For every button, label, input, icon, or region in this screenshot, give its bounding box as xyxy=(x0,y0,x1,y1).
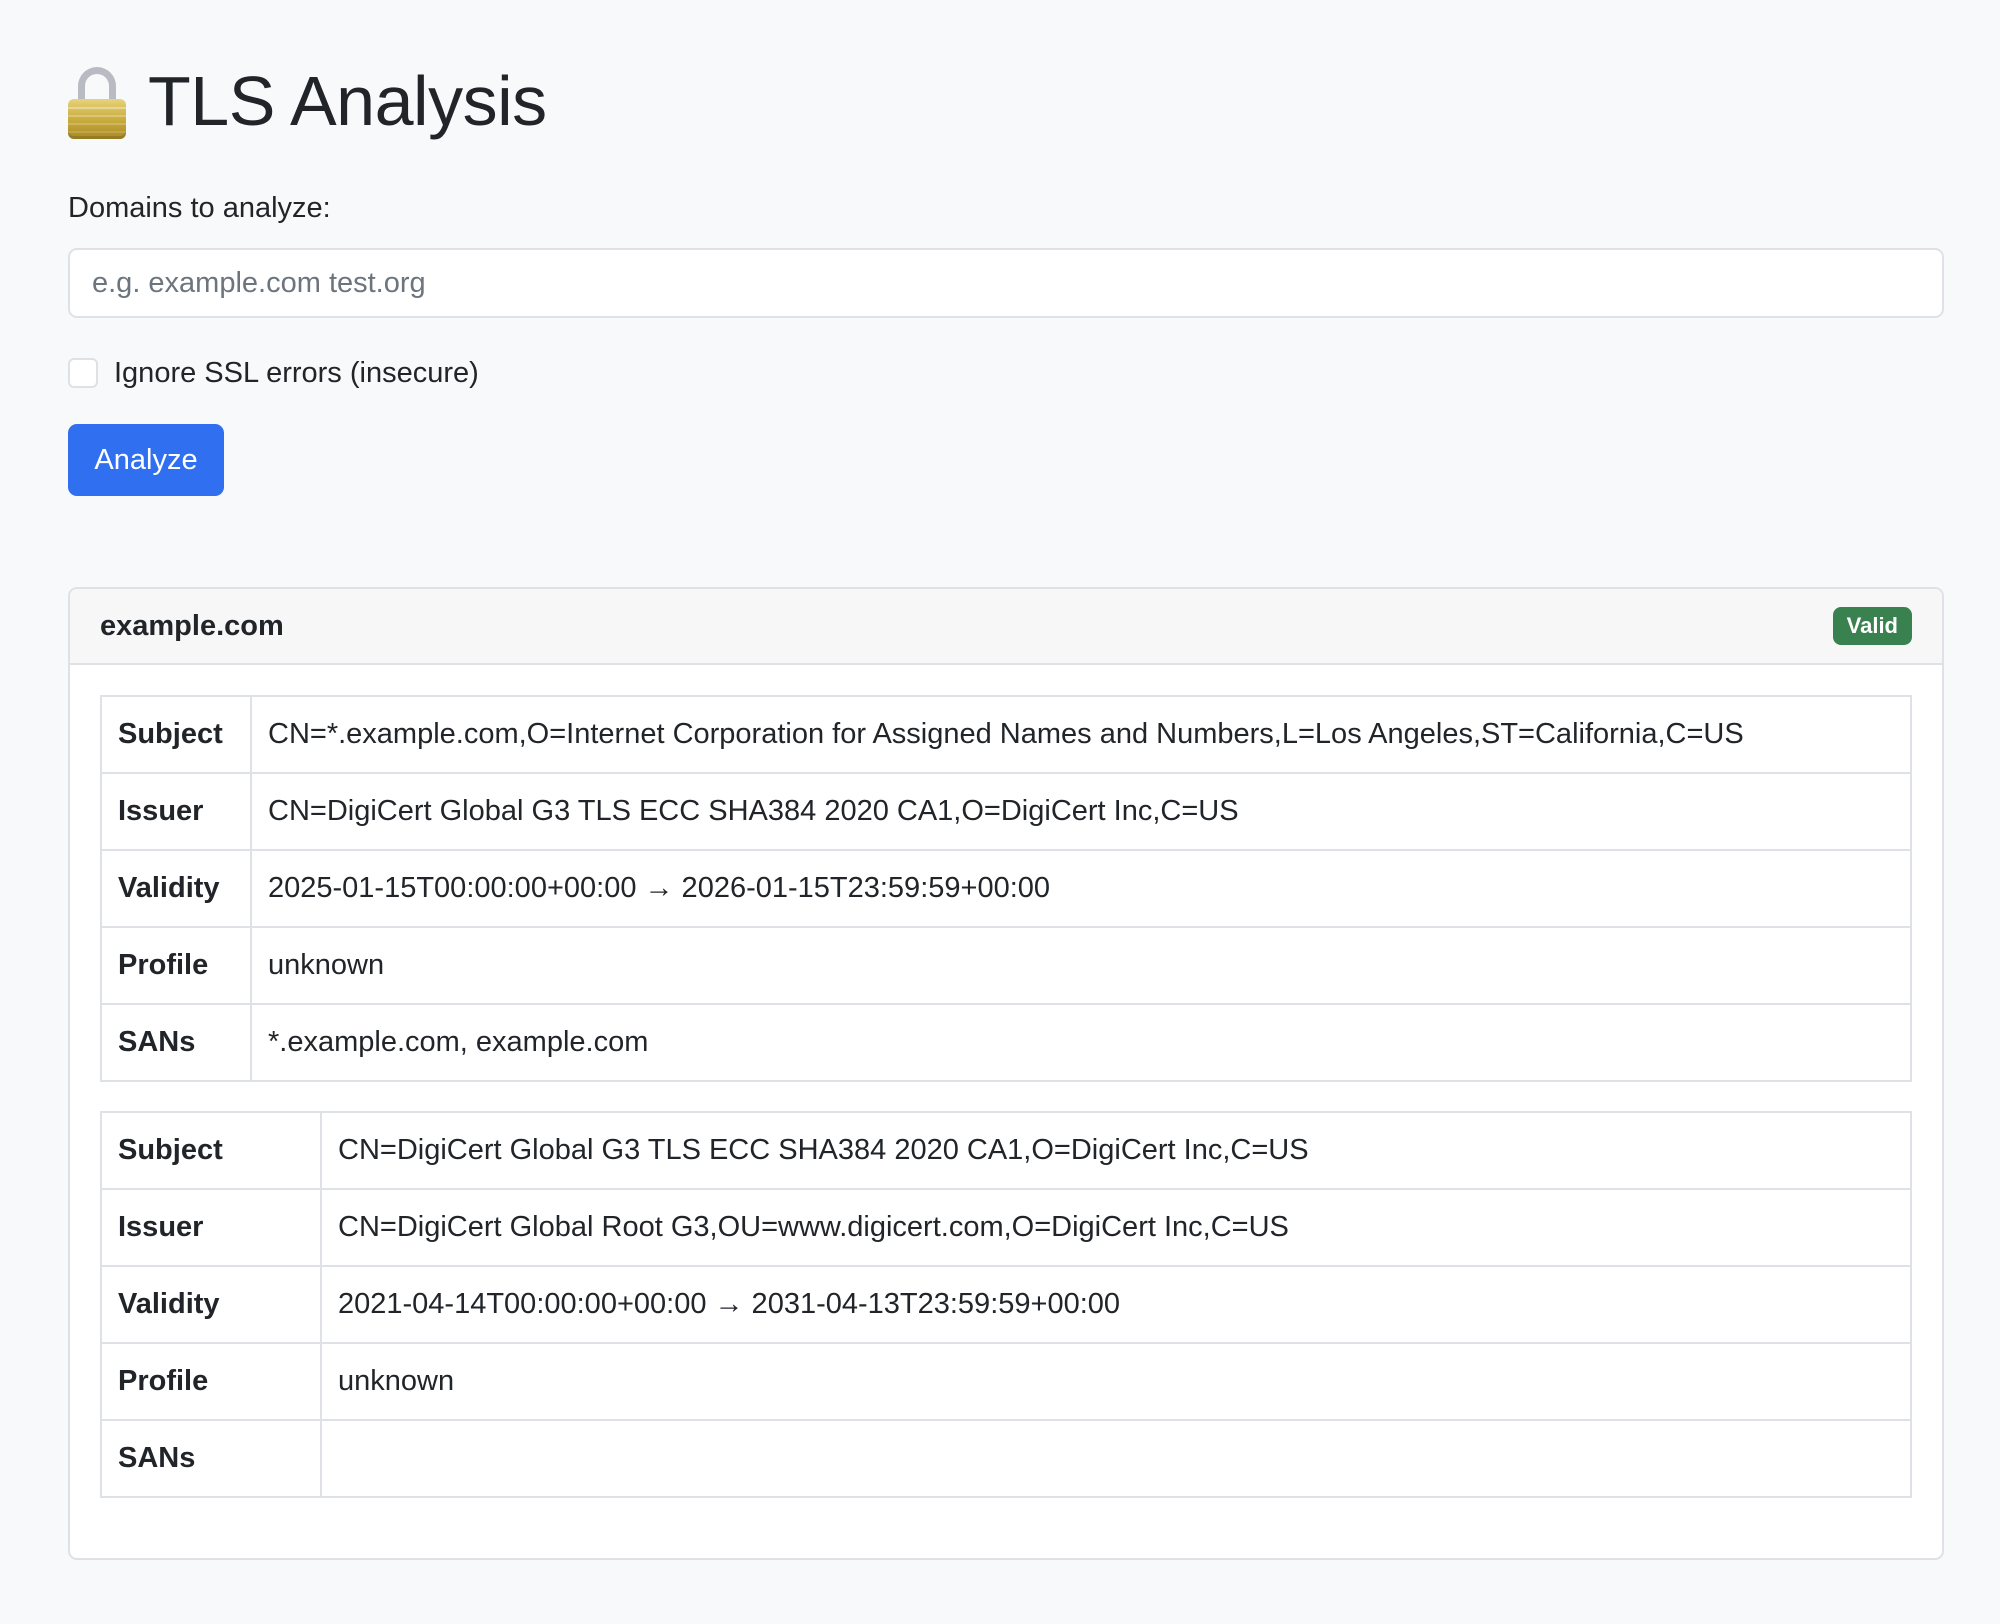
table-row: SANs *.example.com, example.com xyxy=(100,1003,1912,1082)
status-badge: Valid xyxy=(1832,607,1912,645)
result-card-header: example.com Valid xyxy=(70,589,1942,665)
domains-label: Domains to analyze: xyxy=(68,192,331,224)
row-key: Validity xyxy=(100,849,252,928)
lock-body xyxy=(68,99,126,139)
profile-value: unknown xyxy=(320,1342,1912,1421)
result-card: example.com Valid Subject CN=*.example.c… xyxy=(68,587,1944,1560)
domains-input[interactable] xyxy=(68,248,1944,318)
table-row: SANs xyxy=(100,1419,1912,1498)
sans-value: *.example.com, example.com xyxy=(250,1003,1912,1082)
subject-value: CN=*.example.com,O=Internet Corporation … xyxy=(250,695,1912,774)
row-key: Subject xyxy=(100,695,252,774)
row-key: Validity xyxy=(100,1265,322,1344)
issuer-value: CN=DigiCert Global G3 TLS ECC SHA384 202… xyxy=(250,772,1912,851)
issuer-value: CN=DigiCert Global Root G3,OU=www.digice… xyxy=(320,1188,1912,1267)
subject-value: CN=DigiCert Global G3 TLS ECC SHA384 202… xyxy=(320,1111,1912,1190)
row-key: SANs xyxy=(100,1003,252,1082)
table-row: Profile unknown xyxy=(100,1342,1912,1421)
validity-value: 2025-01-15T00:00:00+00:00 → 2026-01-15T2… xyxy=(250,849,1912,928)
row-key: SANs xyxy=(100,1419,322,1498)
table-row: Issuer CN=DigiCert Global Root G3,OU=www… xyxy=(100,1188,1912,1267)
row-key: Profile xyxy=(100,1342,322,1421)
certificate-table-intermediate: Subject CN=DigiCert Global G3 TLS ECC SH… xyxy=(100,1111,1912,1498)
table-row: Validity 2021-04-14T00:00:00+00:00 → 203… xyxy=(100,1265,1912,1344)
validity-value: 2021-04-14T00:00:00+00:00 → 2031-04-13T2… xyxy=(320,1265,1912,1344)
ignore-ssl-checkbox[interactable] xyxy=(68,358,98,388)
row-key: Issuer xyxy=(100,772,252,851)
profile-value: unknown xyxy=(250,926,1912,1005)
row-key: Issuer xyxy=(100,1188,322,1267)
ignore-ssl-option[interactable]: Ignore SSL errors (insecure) xyxy=(68,356,479,390)
result-domain: example.com xyxy=(100,609,284,642)
lock-icon xyxy=(68,67,126,139)
analyze-button[interactable]: Analyze xyxy=(68,424,224,496)
sans-value xyxy=(320,1419,1912,1498)
page-title: TLS Analysis xyxy=(148,62,547,140)
table-row: Subject CN=DigiCert Global G3 TLS ECC SH… xyxy=(100,1111,1912,1190)
table-row: Validity 2025-01-15T00:00:00+00:00 → 202… xyxy=(100,849,1912,928)
table-row: Subject CN=*.example.com,O=Internet Corp… xyxy=(100,695,1912,774)
certificate-table-leaf: Subject CN=*.example.com,O=Internet Corp… xyxy=(100,695,1912,1082)
row-key: Profile xyxy=(100,926,252,1005)
row-key: Subject xyxy=(100,1111,322,1190)
ignore-ssl-label[interactable]: Ignore SSL errors (insecure) xyxy=(114,357,479,390)
table-row: Issuer CN=DigiCert Global G3 TLS ECC SHA… xyxy=(100,772,1912,851)
page-header: TLS Analysis xyxy=(68,56,547,146)
table-row: Profile unknown xyxy=(100,926,1912,1005)
